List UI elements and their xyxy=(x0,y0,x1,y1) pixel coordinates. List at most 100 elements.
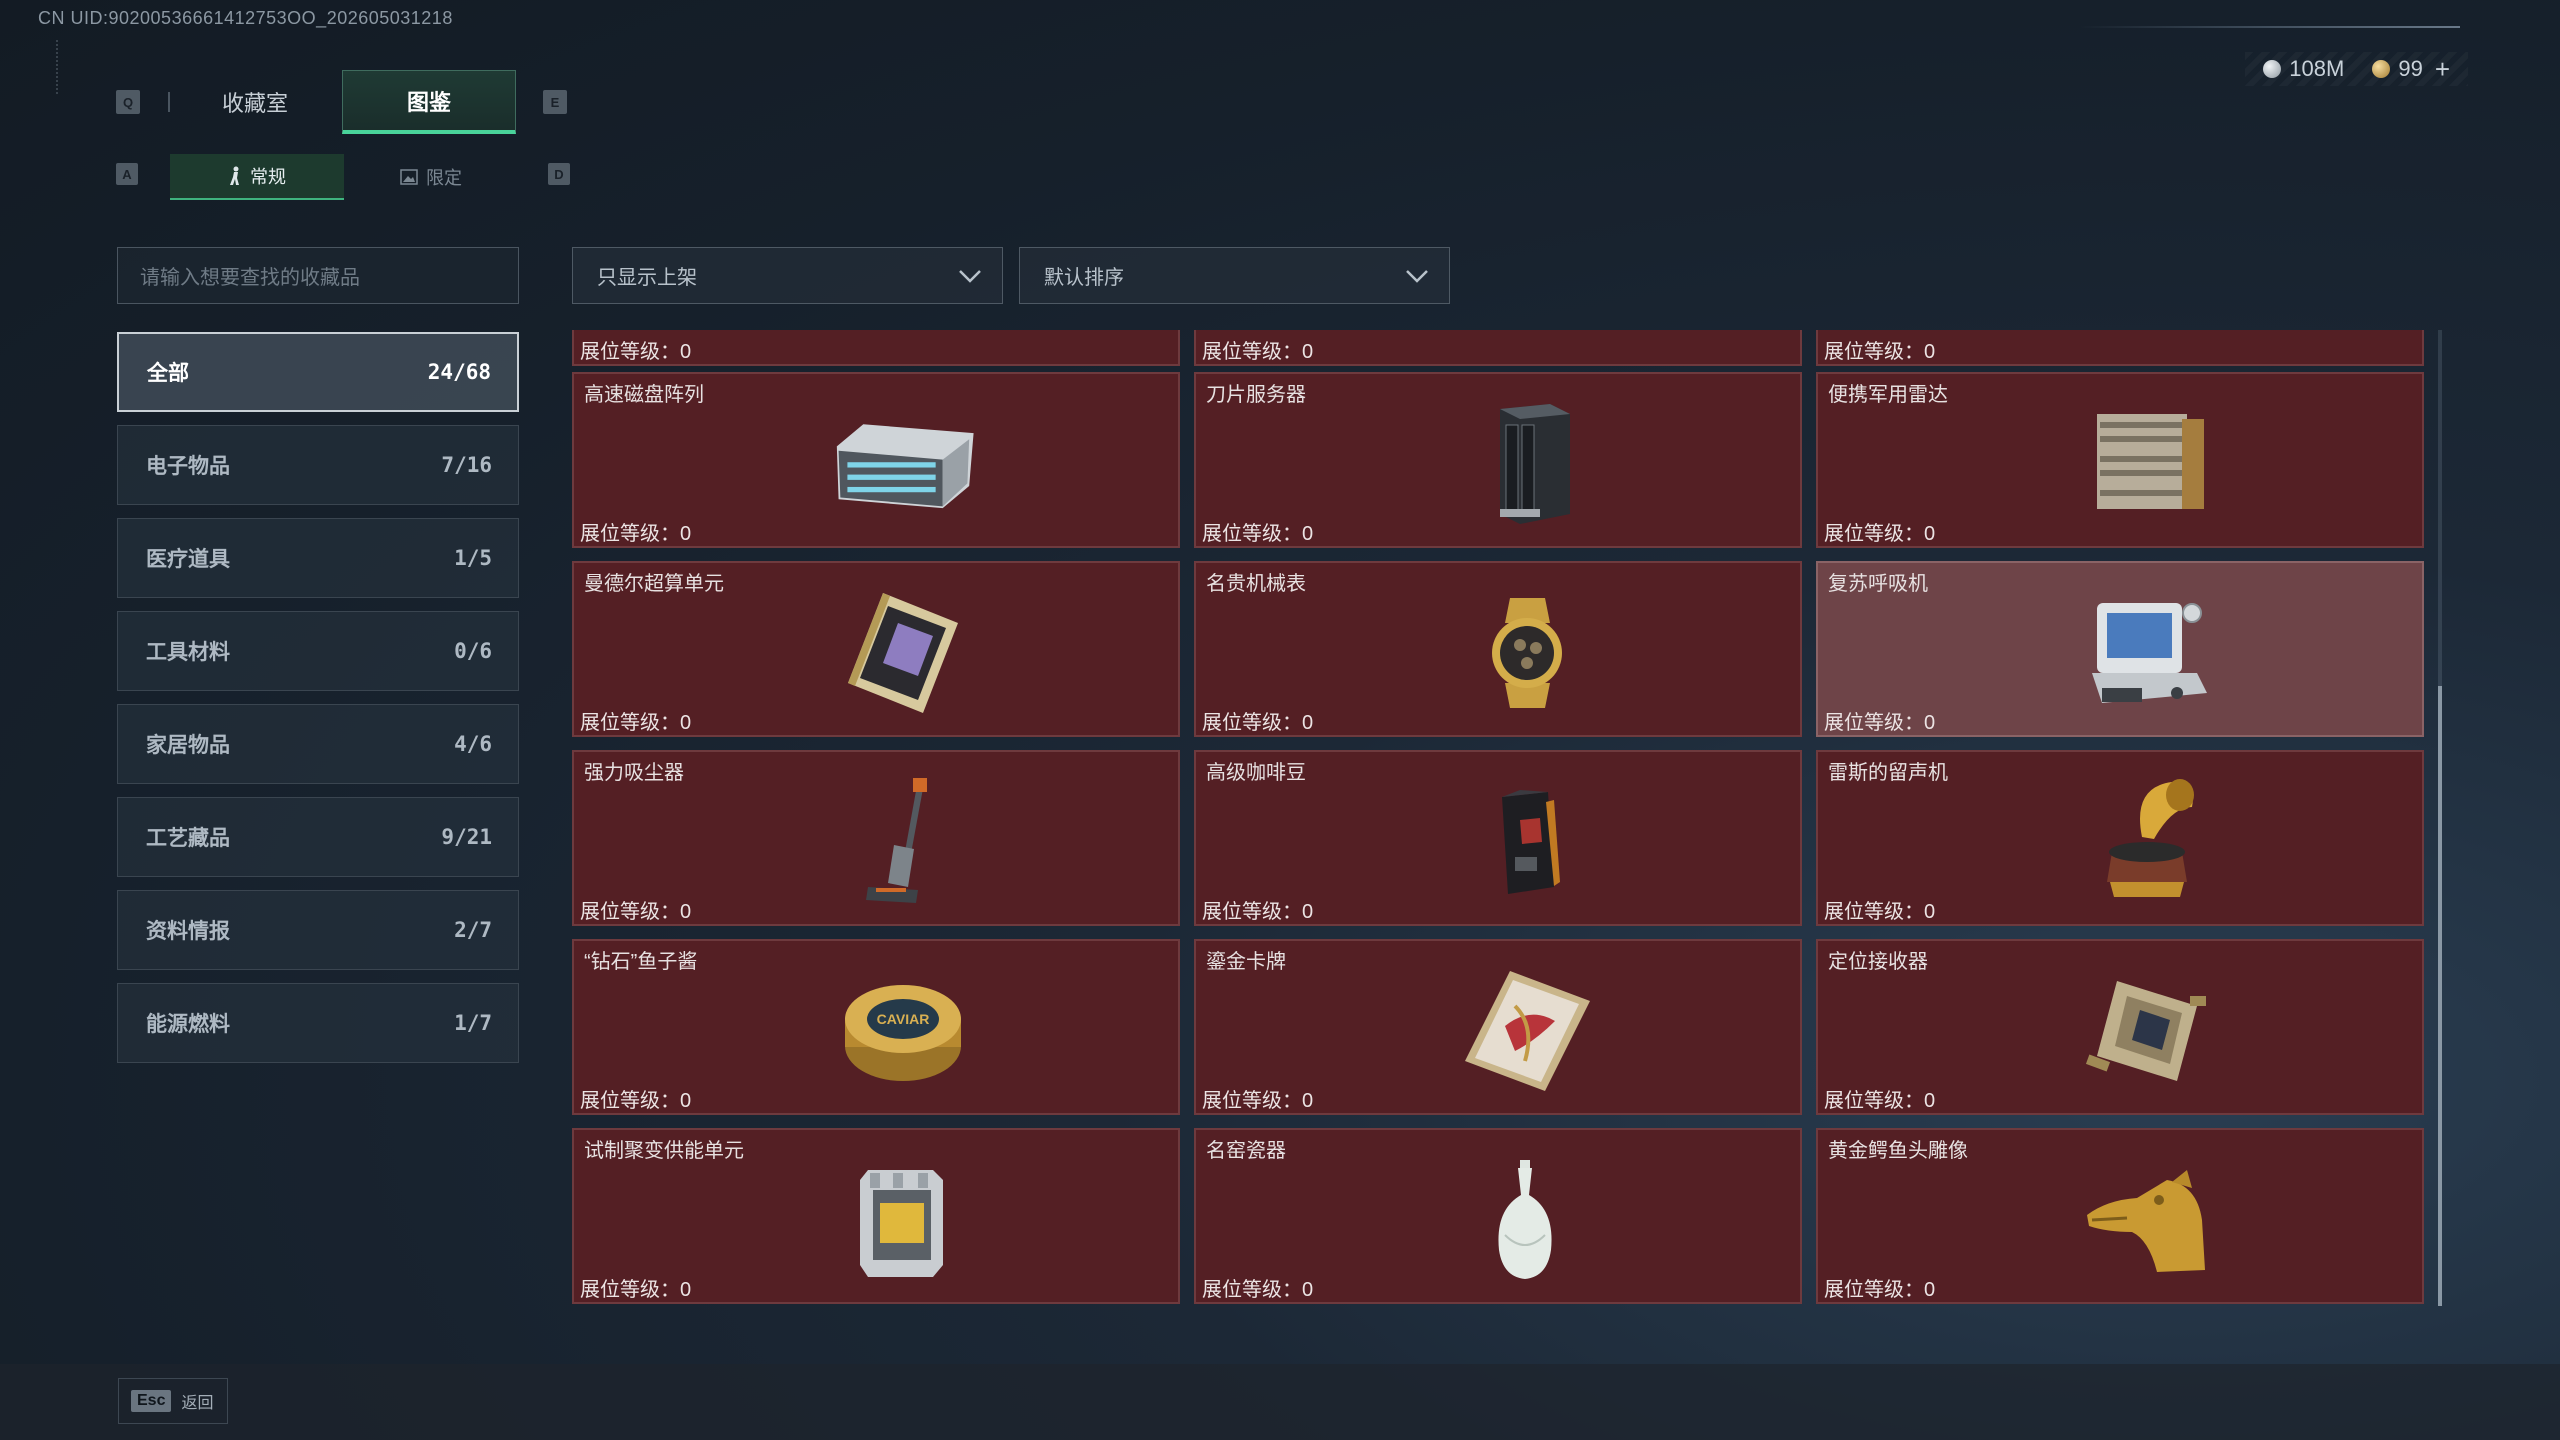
category-label: 医疗道具 xyxy=(146,548,230,571)
category-count: 24/68 xyxy=(427,360,491,384)
category-medical[interactable]: 医疗道具 1/5 xyxy=(117,518,519,598)
category-count: 0/6 xyxy=(454,639,492,663)
item-name: 高速磁盘阵列 xyxy=(584,384,704,406)
item-level: 展位等级：0 xyxy=(1824,901,1936,923)
shelf-filter-dropdown[interactable]: 只显示上架 xyxy=(572,247,1003,304)
subtab-limited[interactable]: 限定 xyxy=(344,154,518,200)
category-energy[interactable]: 能源燃料 1/7 xyxy=(117,983,519,1063)
item-name: 曼德尔超算单元 xyxy=(584,573,724,595)
item-name: “钻石”鱼子酱 xyxy=(584,951,698,973)
item-card[interactable]: 定位接收器 展位等级：0 xyxy=(1816,939,2424,1115)
item-level: 展位等级：0 xyxy=(1202,523,1314,545)
category-label: 全部 xyxy=(147,362,189,385)
supercompute-unit-icon xyxy=(828,583,978,723)
item-name: 强力吸尘器 xyxy=(584,762,684,784)
category-label: 家居物品 xyxy=(146,734,230,757)
player-uid: CN UID:90200536661412753OO_202605031218 xyxy=(38,8,453,28)
scrollbar-thumb[interactable] xyxy=(2438,686,2442,1306)
key-hint-prev-sub: A xyxy=(116,163,138,185)
item-card[interactable]: 名贵机械表 展位等级：0 xyxy=(1194,561,1802,737)
blade-server-icon xyxy=(1450,394,1600,534)
subtab-regular[interactable]: 常规 xyxy=(170,154,344,200)
item-level: 展位等级：0 xyxy=(1202,712,1314,734)
category-label: 资料情报 xyxy=(146,920,230,943)
item-grid: 展位等级：0 展位等级：0 展位等级：0 高速磁盘阵列 展位等级：0 刀片服务器… xyxy=(572,330,2426,1306)
item-level: 展位等级：0 xyxy=(1824,523,1936,545)
gold-amount: 99 xyxy=(2398,56,2423,81)
item-name: 名窑瓷器 xyxy=(1206,1140,1286,1162)
tab-collection-room[interactable]: 收藏室 xyxy=(168,70,342,134)
item-level: 展位等级：0 xyxy=(1202,1090,1314,1112)
item-name: 试制聚变供能单元 xyxy=(584,1140,744,1162)
crocodile-statue-icon xyxy=(2072,1150,2222,1290)
category-count: 7/16 xyxy=(441,453,492,477)
search-placeholder: 请输入想要查找的收藏品 xyxy=(140,267,360,289)
back-label: 返回 xyxy=(181,1395,214,1412)
category-electronics[interactable]: 电子物品 7/16 xyxy=(117,425,519,505)
item-name: 定位接收器 xyxy=(1828,951,1928,973)
category-count: 1/5 xyxy=(454,546,492,570)
tab-encyclopedia[interactable]: 图鉴 xyxy=(342,70,516,134)
subtab-regular-label: 常规 xyxy=(250,167,286,187)
item-name: 黄金鳄鱼头雕像 xyxy=(1828,1140,1968,1162)
item-card[interactable]: 复苏呼吸机 展位等级：0 xyxy=(1816,561,2424,737)
item-card[interactable]: 曼德尔超算单元 展位等级：0 xyxy=(572,561,1180,737)
item-card[interactable]: 高速磁盘阵列 展位等级：0 xyxy=(572,372,1180,548)
category-label: 工具材料 xyxy=(146,641,230,664)
category-all[interactable]: 全部 24/68 xyxy=(117,332,519,412)
category-intel[interactable]: 资料情报 2/7 xyxy=(117,890,519,970)
silver-amount: 108M xyxy=(2289,56,2345,81)
item-name: 名贵机械表 xyxy=(1206,573,1306,595)
item-card[interactable]: 试制聚变供能单元 展位等级：0 xyxy=(572,1128,1180,1304)
back-button[interactable]: Esc 返回 xyxy=(118,1378,228,1424)
item-level: 展位等级：0 xyxy=(580,901,692,923)
item-card[interactable]: 黄金鳄鱼头雕像 展位等级：0 xyxy=(1816,1128,2424,1304)
item-card[interactable]: 名窑瓷器 展位等级：0 xyxy=(1194,1128,1802,1304)
subtab-limited-label: 限定 xyxy=(426,168,462,188)
category-household[interactable]: 家居物品 4/6 xyxy=(117,704,519,784)
item-card[interactable]: 强力吸尘器 展位等级：0 xyxy=(572,750,1180,926)
item-card[interactable]: 展位等级：0 xyxy=(1194,330,1802,366)
vacuum-icon xyxy=(828,772,978,912)
category-tools[interactable]: 工具材料 0/6 xyxy=(117,611,519,691)
item-card[interactable]: 刀片服务器 展位等级：0 xyxy=(1194,372,1802,548)
category-list: 全部 24/68 电子物品 7/16 医疗道具 1/5 工具材料 0/6 家居物品 4/6… xyxy=(117,332,519,1076)
sub-tabs: 常规 限定 xyxy=(170,154,518,200)
silver-currency: 108M xyxy=(2263,56,2344,82)
gold-coin-icon xyxy=(2372,60,2391,78)
item-level: 展位等级：0 xyxy=(1202,1279,1314,1301)
figure-icon xyxy=(230,166,239,185)
add-currency-button[interactable]: + xyxy=(2435,54,2450,85)
item-level: 展位等级：0 xyxy=(1202,341,1314,363)
currency-bar: 108M 99 + xyxy=(2245,52,2468,86)
esc-key-hint: Esc xyxy=(131,1390,172,1412)
caviar-tin-icon: CAVIAR xyxy=(828,961,978,1101)
item-card[interactable]: 雷斯的留声机 展位等级：0 xyxy=(1816,750,2424,926)
category-crafts[interactable]: 工艺藏品 9/21 xyxy=(117,797,519,877)
key-hint-next-sub: D xyxy=(548,163,570,185)
watch-icon xyxy=(1450,583,1600,723)
gramophone-icon xyxy=(2072,772,2222,912)
bottom-bar xyxy=(0,1364,2560,1440)
chevron-down-icon xyxy=(1406,270,1428,283)
item-level: 展位等级：0 xyxy=(580,341,692,363)
silver-coin-icon xyxy=(2263,60,2282,78)
item-level: 展位等级：0 xyxy=(580,712,692,734)
caviar-label: CAVIAR xyxy=(877,1011,930,1027)
item-card[interactable]: 展位等级：0 xyxy=(1816,330,2424,366)
disk-array-icon xyxy=(828,394,978,534)
item-name: 高级咖啡豆 xyxy=(1206,762,1306,784)
sort-dropdown[interactable]: 默认排序 xyxy=(1019,247,1450,304)
gold-currency: 99 + xyxy=(2372,54,2450,85)
item-card[interactable]: “钻石”鱼子酱 CAVIAR 展位等级：0 xyxy=(572,939,1180,1115)
chevron-down-icon xyxy=(959,270,981,283)
category-label: 能源燃料 xyxy=(146,1013,230,1036)
item-name: 刀片服务器 xyxy=(1206,384,1306,406)
item-card[interactable]: 展位等级：0 xyxy=(572,330,1180,366)
item-name: 雷斯的留声机 xyxy=(1828,762,1948,784)
search-input[interactable]: 请输入想要查找的收藏品 xyxy=(117,247,519,304)
item-card[interactable]: 高级咖啡豆 展位等级：0 xyxy=(1194,750,1802,926)
item-card[interactable]: 鎏金卡牌 展位等级：0 xyxy=(1194,939,1802,1115)
item-card[interactable]: 便携军用雷达 展位等级：0 xyxy=(1816,372,2424,548)
item-level: 展位等级：0 xyxy=(1824,341,1936,363)
